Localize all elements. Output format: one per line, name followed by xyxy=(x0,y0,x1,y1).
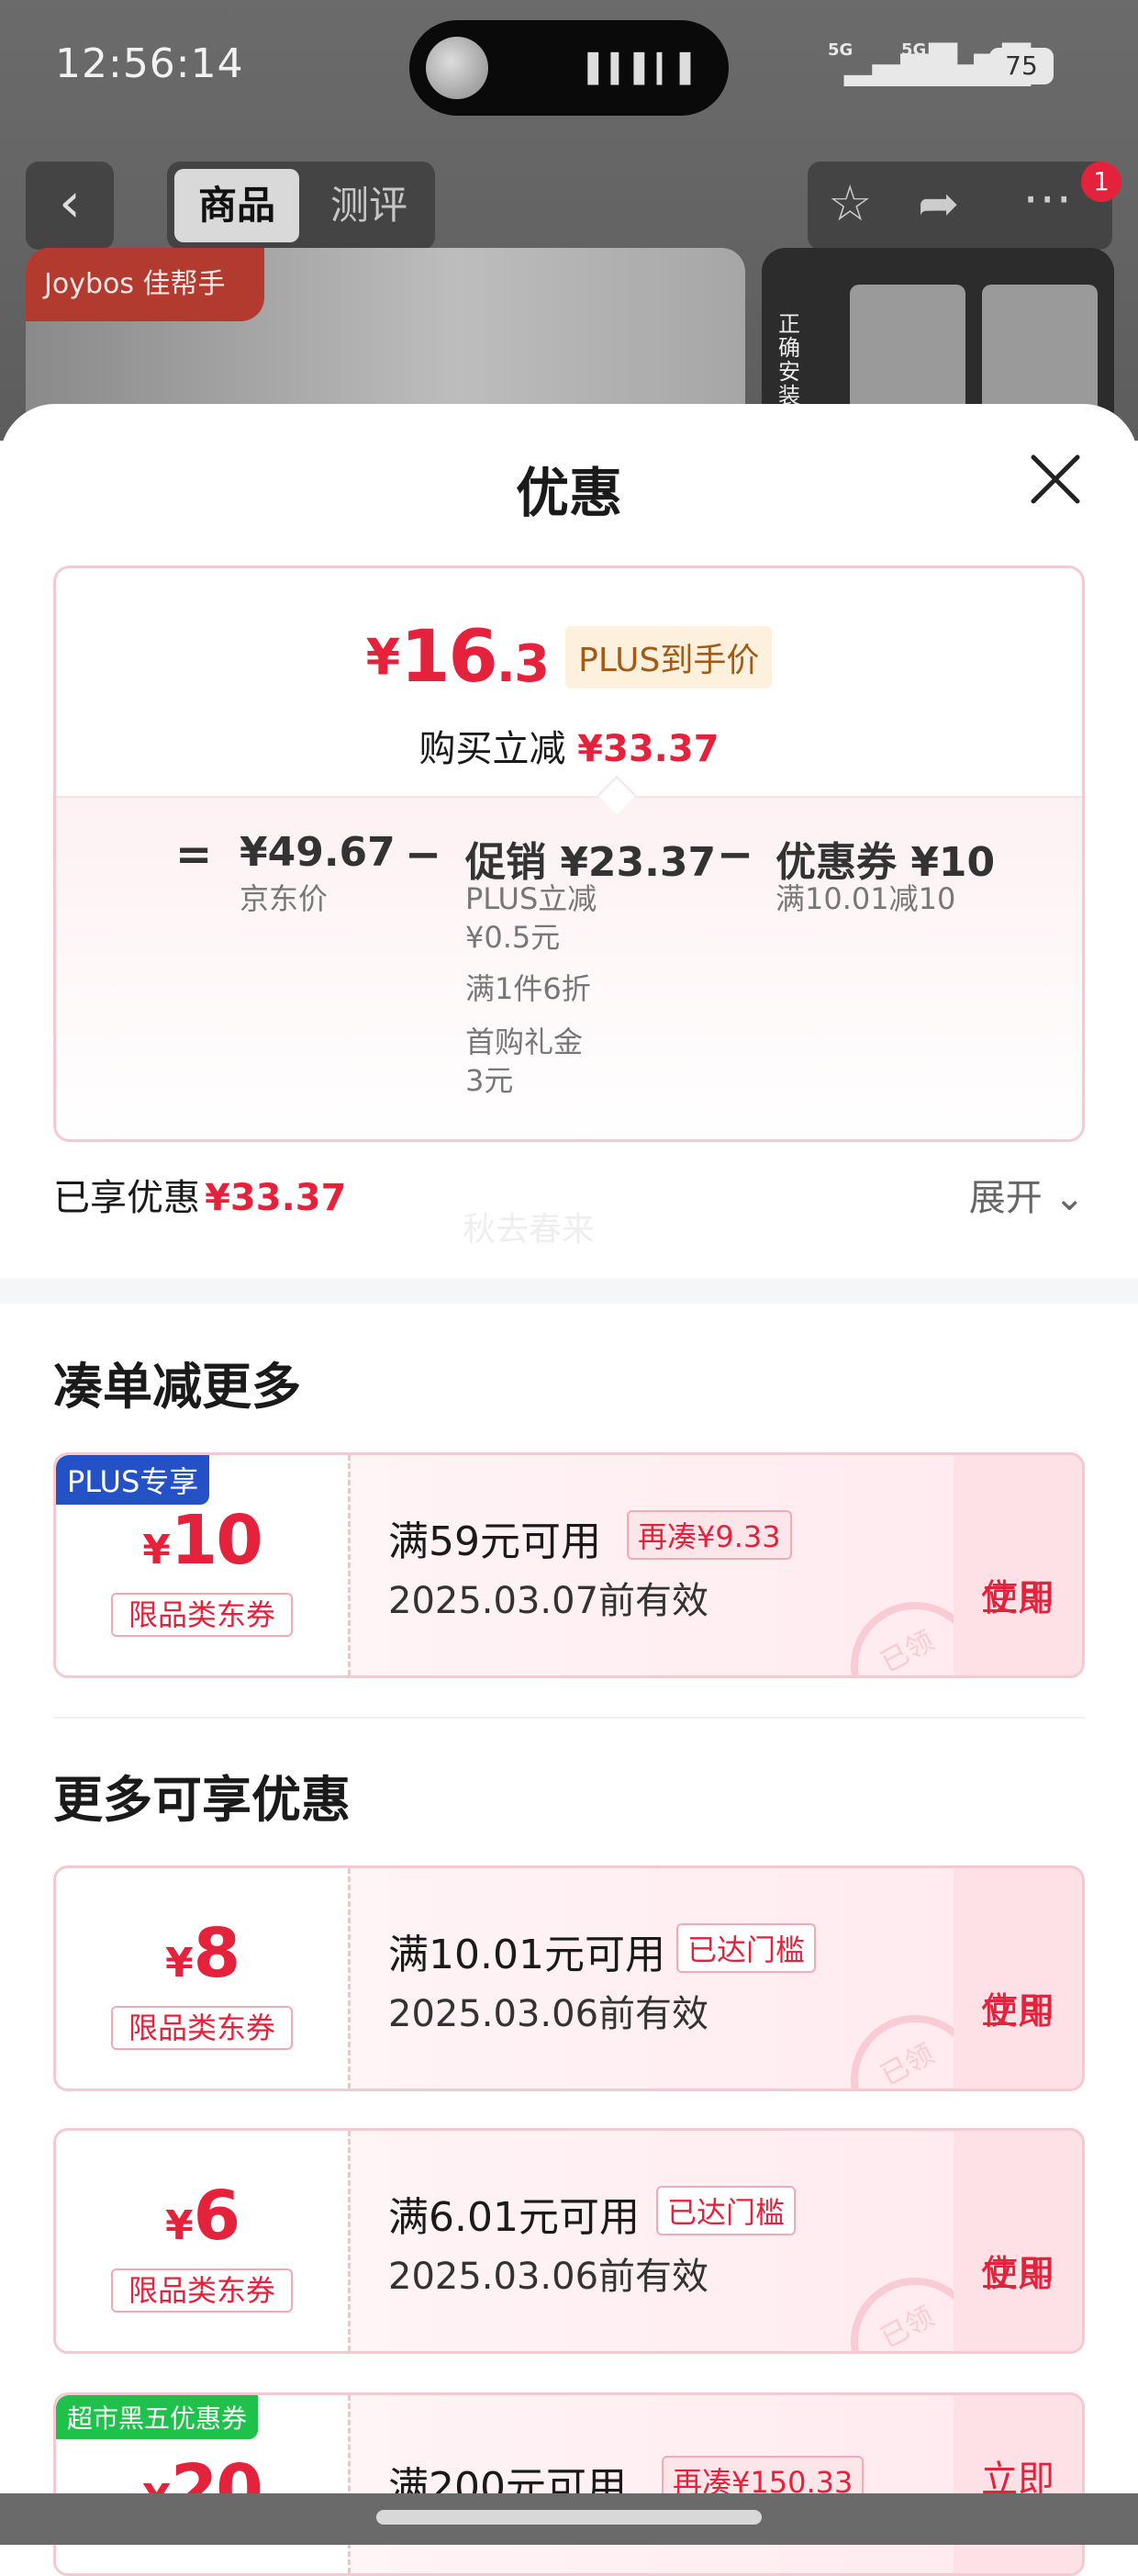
minus-sign: − xyxy=(717,829,754,880)
enjoyed-amount: ¥33.37 xyxy=(205,1177,347,1219)
star-icon[interactable]: ☆ xyxy=(828,174,872,232)
equals-sign: = xyxy=(175,829,213,880)
coupon-card: ¥8 限品类东券 满10.01元可用 已达门槛 2025.03.06前有效 已领… xyxy=(53,1865,1085,2091)
plus-price-tag: PLUS到手价 xyxy=(565,626,773,689)
audio-wave-icon: ▌▍▌▎▌ xyxy=(587,53,703,85)
back-button[interactable]: ‹ xyxy=(26,162,114,250)
section-title-more-offers: 更多可享优惠 xyxy=(53,1771,351,1829)
avatar xyxy=(426,37,488,99)
price-card: ¥16.3 PLUS到手价 购买立减 ¥33.37 = ¥49.67 京东价 −… xyxy=(53,566,1085,1142)
coupon-amount: ¥6 xyxy=(164,2177,240,2256)
banner-vertical-text: 正确安装 xyxy=(778,311,800,409)
final-price-value: 16.3 xyxy=(400,616,550,699)
currency-symbol: ¥ xyxy=(365,628,401,687)
promo-item: PLUS立减 xyxy=(465,881,597,916)
tab-product[interactable]: 商品 xyxy=(174,169,299,242)
sheet-title: 优惠 xyxy=(515,462,622,524)
plus-exclusive-tag: PLUS专享 xyxy=(56,1455,210,1505)
section-title-add-more: 凑单减更多 xyxy=(53,1358,301,1416)
close-icon[interactable] xyxy=(1026,450,1085,509)
coupon-card: ¥6 限品类东券 满6.01元可用 已达门槛 2025.03.06前有效 已领 … xyxy=(53,2128,1085,2354)
coupon-condition: 满6.01元可用 xyxy=(388,2194,640,2241)
final-price: ¥16.3 PLUS到手价 xyxy=(56,616,1082,699)
use-now-button[interactable]: 立即 使用 xyxy=(954,1868,1082,2089)
coupon-card: 超市黑五优惠券 ¥20 满200元可用 再凑¥150.33 立即 xyxy=(53,2392,1085,2576)
discount-sheet: 优惠 ¥16.3 PLUS到手价 购买立减 ¥33.37 = ¥49.67 京东… xyxy=(0,404,1138,2576)
coupon-condition: 满10.01减10 xyxy=(775,881,956,916)
coupon-amount: ¥8 xyxy=(164,1914,240,1993)
coupon-expiry: 2025.03.07前有效 xyxy=(388,1580,709,1622)
coupon-expiry: 2025.03.06前有效 xyxy=(388,2256,709,2298)
more-icon[interactable]: ⋯ xyxy=(1022,169,1072,227)
tab-switch: 商品 测评 xyxy=(167,162,435,250)
product-nav: ‹ 商品 测评 ☆ ➦ ⋯ xyxy=(0,162,1138,253)
toolbar-right: ☆ ➦ ⋯ xyxy=(808,162,1112,250)
coupon-tag: 再凑¥9.33 xyxy=(627,1510,792,1560)
coupon-type: 限品类东券 xyxy=(111,2268,293,2313)
coupon-expiry: 2025.03.06前有效 xyxy=(388,1993,709,2035)
enjoyed-label: 已享优惠 xyxy=(53,1177,200,1219)
coupon-type: 限品类东券 xyxy=(111,1593,293,1637)
use-now-button[interactable]: 立即 xyxy=(954,2395,1082,2573)
background-product-page: 12:56:14 ▌▍▌▎▌ 5G ▂▄▆█ 5G ▂▄▆█ 75 ‹ 商品 测评 … xyxy=(0,0,1138,441)
price-breakdown: = ¥49.67 京东价 − 促销 ¥23.37 PLUS立减 ¥0.5元 满1… xyxy=(56,796,1082,1139)
expand-button[interactable]: 展开 ⌄ xyxy=(969,1168,1085,1221)
promo-item: 3元 xyxy=(465,1063,514,1098)
use-now-button[interactable]: 立即 使用 xyxy=(954,1455,1082,1675)
purchase-saving: 购买立减 ¥33.37 xyxy=(418,728,720,770)
jd-price: ¥49.67 xyxy=(240,829,396,876)
divider xyxy=(53,1717,1085,1719)
promo-item: 满1件6折 xyxy=(465,971,591,1006)
section-divider xyxy=(0,1278,1138,1304)
home-indicator[interactable] xyxy=(376,2510,762,2525)
use-now-button[interactable]: 立即 使用 xyxy=(954,2131,1082,2351)
promo-item: ¥0.5元 xyxy=(465,920,561,955)
jd-price-label: 京东价 xyxy=(240,881,329,916)
coupon-type: 限品类东券 xyxy=(111,2006,293,2050)
black-friday-tag: 超市黑五优惠券 xyxy=(56,2395,259,2439)
promo-item: 首购礼金 xyxy=(465,1025,584,1059)
notification-badge: 1 xyxy=(1081,162,1121,202)
dynamic-island: ▌▍▌▎▌ xyxy=(409,20,729,116)
brand-logo: Joybos 佳帮手 xyxy=(26,248,264,321)
battery-icon: 75 xyxy=(989,48,1054,84)
coupon-tag: 已达门槛 xyxy=(676,1923,817,1973)
status-time: 12:56:14 xyxy=(55,40,244,87)
tab-review[interactable]: 测评 xyxy=(314,169,424,242)
minus-sign: − xyxy=(405,829,442,880)
coupon-condition: 满10.01元可用 xyxy=(388,1932,665,1978)
chevron-down-icon: ⌄ xyxy=(1054,1177,1085,1219)
coupon-amount: ¥10 xyxy=(142,1501,263,1580)
coupon-card: PLUS专享 ¥10 限品类东券 满59元可用 再凑¥9.33 2025.03.… xyxy=(53,1452,1085,1678)
watermark: 秋去春来 xyxy=(463,1211,596,1249)
coupon-condition: 满59元可用 xyxy=(388,1518,601,1565)
share-icon[interactable]: ➦ xyxy=(918,174,959,232)
coupon-tag: 已达门槛 xyxy=(656,2186,797,2235)
status-bar: 12:56:14 ▌▍▌▎▌ 5G ▂▄▆█ 5G ▂▄▆█ 75 xyxy=(0,0,1138,138)
